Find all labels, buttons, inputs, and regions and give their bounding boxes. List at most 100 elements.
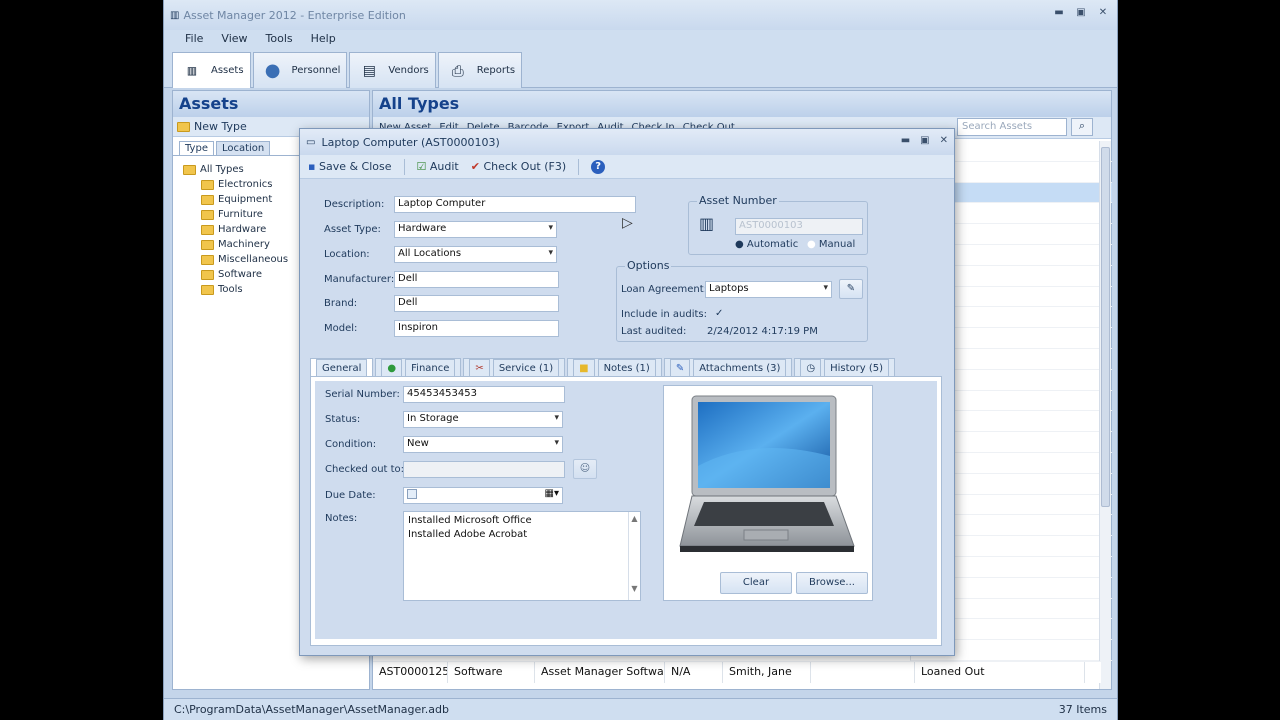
check-out-button[interactable]: ✔ Check Out (F3) <box>471 160 566 173</box>
nav-tab-assets[interactable]: ▥ Assets <box>172 52 251 88</box>
tab-type[interactable]: Type <box>179 141 214 155</box>
dialog-body: Description: Laptop Computer ▷ Asset Typ… <box>300 179 954 655</box>
laptop-icon: ▭ <box>306 136 316 148</box>
checked-out-to-field <box>403 461 565 478</box>
menu-view[interactable]: View <box>212 30 256 50</box>
cell-empty <box>811 662 915 683</box>
tab-notes[interactable]: ■ Notes (1) <box>567 358 662 377</box>
tree-label: All Types <box>200 164 244 175</box>
detail-tabs: General ● Finance ✂ Service (1) ■ Notes (1)… <box>310 358 896 377</box>
condition-label: Condition: <box>325 439 377 450</box>
tab-location[interactable]: Location <box>215 141 271 155</box>
serial-number-label: Serial Number: <box>325 389 400 400</box>
audit-button[interactable]: ☑ Audit <box>417 160 459 173</box>
due-date-label: Due Date: <box>325 490 376 501</box>
note-icon: ■ <box>573 358 595 377</box>
calendar-icon[interactable]: ▦▾ <box>545 488 559 499</box>
tab-label: Finance <box>405 358 456 377</box>
cell-description: Asset Manager Software <box>535 662 665 683</box>
tab-label: Notes (1) <box>597 358 656 377</box>
tab-service[interactable]: ✂ Service (1) <box>463 358 566 377</box>
tab-history[interactable]: ◷ History (5) <box>794 358 896 377</box>
include-audits-checkbox[interactable]: ✓ <box>715 308 723 319</box>
due-date-picker[interactable]: ▦▾ <box>403 487 563 504</box>
nav-tab-vendors[interactable]: ▤ Vendors <box>349 52 436 88</box>
model-field[interactable]: Inspiron <box>394 320 559 337</box>
tab-finance[interactable]: ● Finance <box>375 358 462 377</box>
asset-type-select[interactable]: Hardware <box>394 221 557 238</box>
notes-scrollbar[interactable]: ▲ ▼ <box>628 512 640 600</box>
loan-agreement-select[interactable]: Laptops <box>705 281 832 298</box>
finance-icon: ● <box>381 358 403 377</box>
help-icon[interactable]: ? <box>591 159 606 174</box>
manufacturer-field[interactable]: Dell <box>394 271 559 288</box>
dialog-title-bar: ▭ Laptop Computer (AST0000103) ▬ ▣ ✕ <box>300 129 954 155</box>
vendor-icon: ▤ <box>362 62 377 79</box>
assets-panel-title: Assets <box>173 91 369 117</box>
asset-number-group: Asset Number ▥ AST0000103 ● Automatic ● … <box>688 194 868 255</box>
automatic-radio[interactable]: ● Automatic <box>735 239 798 250</box>
general-tab-panel: Serial Number: 45453453453 Status: In St… <box>310 376 942 646</box>
tab-label: Service (1) <box>492 358 560 377</box>
scroll-thumb[interactable] <box>1101 147 1110 507</box>
search-input[interactable]: Search Assets <box>957 118 1067 136</box>
nav-tab-reports[interactable]: ⎙ Reports <box>437 52 523 88</box>
dialog-toolbar: ▪ Save & Close ☑ Audit ✔ Check Out (F3) … <box>300 155 954 179</box>
brand-field[interactable]: Dell <box>394 295 559 312</box>
cell-person: Smith, Jane <box>723 662 811 683</box>
save-close-button[interactable]: ▪ Save & Close <box>308 160 392 173</box>
menu-file[interactable]: File <box>176 30 212 50</box>
checkbox-icon[interactable] <box>407 489 417 499</box>
tab-attachments[interactable]: ✎ Attachments (3) <box>663 358 793 377</box>
tree-label: Equipment <box>218 194 273 205</box>
brand-label: Brand: <box>324 298 358 309</box>
folder-icon <box>183 164 196 175</box>
close-icon[interactable]: ✕ <box>940 135 948 146</box>
nav-tab-personnel[interactable]: ● Personnel <box>252 52 348 88</box>
printer-icon: ⎙ <box>451 61 464 80</box>
tree-label: Electronics <box>218 179 273 190</box>
folder-icon <box>201 209 214 220</box>
list-scrollbar[interactable] <box>1099 141 1111 689</box>
serial-number-field[interactable]: 45453453453 <box>403 386 565 403</box>
radio-icon: ● <box>807 239 816 250</box>
manual-radio[interactable]: ● Manual <box>807 239 855 250</box>
minimize-icon[interactable]: ▬ <box>901 135 910 146</box>
tree-label: Tools <box>218 284 243 295</box>
notes-line: Installed Adobe Acrobat <box>408 529 528 540</box>
last-audited-label: Last audited: <box>621 326 687 337</box>
tab-label: History (5) <box>824 358 890 377</box>
minimize-icon[interactable]: ▬ <box>1051 6 1067 20</box>
tree-label: Hardware <box>218 224 267 235</box>
barcode-icon: ▥ <box>187 62 197 79</box>
nav-label: Personnel <box>291 65 341 76</box>
search-icon[interactable]: ⌕ <box>1071 118 1093 136</box>
menu-tools[interactable]: Tools <box>257 30 302 50</box>
select-person-button[interactable]: ☺ <box>573 459 597 479</box>
location-select[interactable]: All Locations <box>394 246 557 263</box>
maximize-icon[interactable]: ▣ <box>1073 6 1089 20</box>
notes-label: Notes: <box>325 513 358 524</box>
tab-general[interactable]: General <box>310 358 374 377</box>
close-icon[interactable]: ✕ <box>1095 6 1111 20</box>
notes-textarea[interactable]: Installed Microsoft Office Installed Ado… <box>403 511 641 601</box>
asset-number-title: Asset Number <box>697 194 779 207</box>
description-label: Description: <box>324 199 385 210</box>
save-close-label: Save & Close <box>318 160 392 173</box>
cell-type: Software <box>448 662 535 683</box>
condition-select[interactable]: New <box>403 436 563 453</box>
status-select[interactable]: In Storage <box>403 411 563 428</box>
app-icon: ▥ <box>170 9 180 21</box>
clear-button[interactable]: Clear <box>720 572 792 594</box>
person-icon: ● <box>264 60 281 81</box>
manufacturer-label: Manufacturer: <box>324 274 395 285</box>
asset-dialog: ▭ Laptop Computer (AST0000103) ▬ ▣ ✕ ▪ S… <box>299 128 955 656</box>
browse-button[interactable]: Browse... <box>796 572 868 594</box>
table-row[interactable]: AST0000125 Software Asset Manager Softwa… <box>373 661 1101 683</box>
menu-help[interactable]: Help <box>302 30 345 50</box>
app-title: Asset Manager 2012 - Enterprise Edition <box>183 8 406 22</box>
clock-icon: ◷ <box>800 358 822 377</box>
description-field[interactable]: Laptop Computer <box>394 196 636 213</box>
edit-loan-button[interactable]: ✎ <box>839 279 863 299</box>
maximize-icon[interactable]: ▣ <box>920 135 929 146</box>
